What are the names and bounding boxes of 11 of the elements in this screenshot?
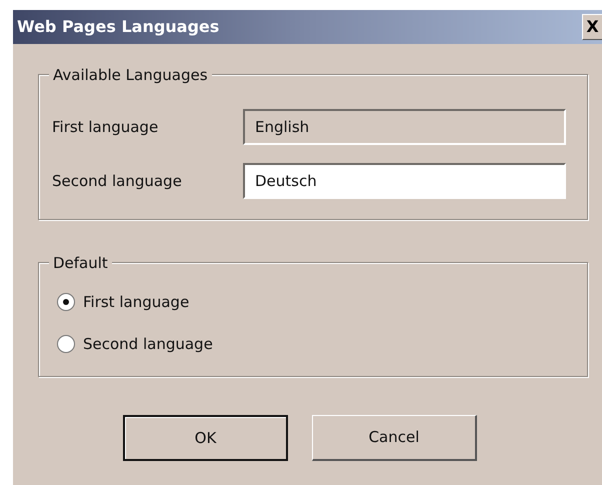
radio-button[interactable] bbox=[57, 334, 75, 353]
field-label: First language bbox=[52, 116, 160, 138]
radio-label[interactable]: First language bbox=[83, 291, 190, 314]
radio-label[interactable]: Second language bbox=[83, 332, 213, 355]
close-button[interactable]: X bbox=[582, 14, 602, 40]
window-title: Web Pages Languages bbox=[16, 16, 220, 38]
ok-button[interactable]: OK bbox=[123, 415, 288, 461]
field-label: Second language bbox=[52, 170, 183, 192]
cancel-button[interactable]: Cancel bbox=[312, 415, 477, 461]
text-field[interactable]: Deutsch bbox=[243, 163, 566, 199]
radio-button[interactable] bbox=[57, 293, 75, 312]
